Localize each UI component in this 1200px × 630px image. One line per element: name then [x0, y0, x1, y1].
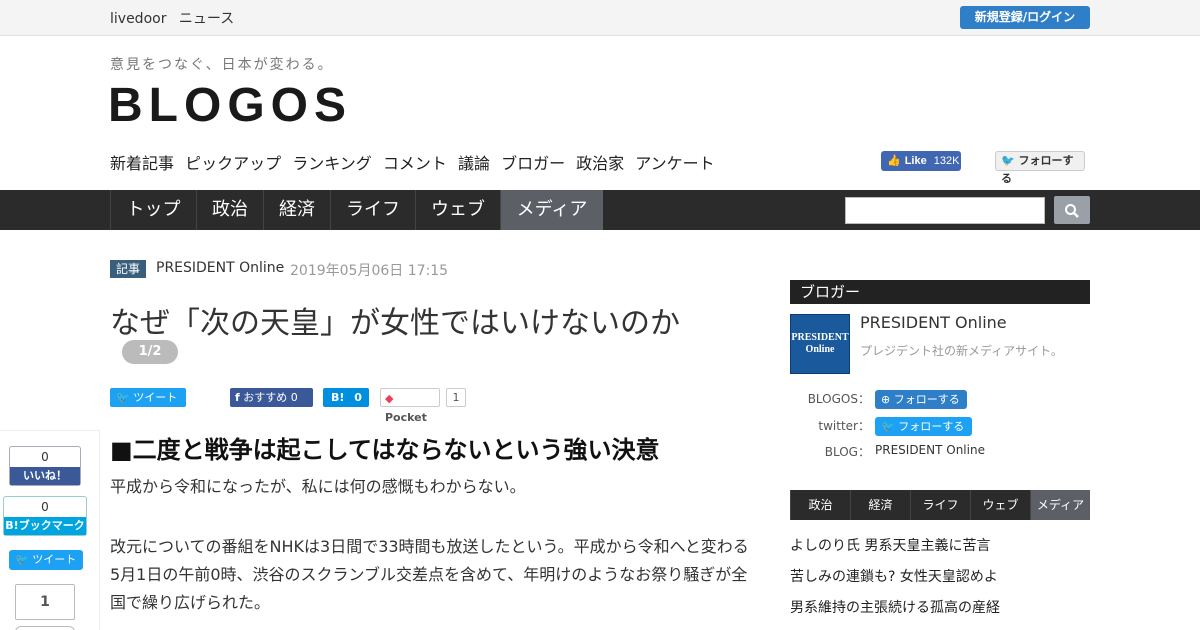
nav-tab-economy[interactable]: 経済 [263, 190, 330, 230]
floating-hatena-count: 0 [41, 500, 49, 514]
tweet-label: ツイート [133, 391, 178, 404]
blogger-logo-line-1: PRESIDENT [791, 332, 849, 343]
floating-pocket-button[interactable] [15, 626, 75, 630]
search-icon [1065, 204, 1079, 218]
floating-tweet-label: ツイート [32, 553, 77, 566]
blogos-follow-label: フォローする [893, 393, 960, 406]
twitter-bird-icon: 🐦 [116, 391, 130, 404]
fb-like-count: 132K [933, 155, 960, 167]
hatena-bookmark-button[interactable]: B! 0 [323, 388, 369, 407]
fb-recommend-label: おすすめ [243, 391, 288, 404]
sub-navigation: 新着記事 ピックアップ ランキング コメント 議論 ブロガー 政治家 アンケート [110, 150, 721, 174]
blogos-logo[interactable]: BLOGOS [108, 78, 352, 133]
brand-livedoor: livedoor [110, 11, 167, 27]
sidebar-heading: ブロガー [790, 280, 1090, 304]
pocket-button[interactable]: ◆ Pocket [380, 388, 440, 424]
signup-login-button[interactable]: 新規登録/ログイン [960, 6, 1090, 29]
blogos-follow-button[interactable]: ⊕ フォローする [875, 390, 967, 409]
fb-like-label: Like [904, 155, 927, 167]
article-title: なぜ「次の天皇」が女性ではいけないのか [110, 306, 680, 341]
page-indicator: 1/2 [122, 340, 178, 364]
plus-icon: ⊕ [881, 393, 891, 406]
brand-news: ニュース [178, 11, 235, 27]
nav-tab-politics[interactable]: 政治 [196, 190, 263, 230]
tweet-button[interactable]: 🐦 ツイート [110, 388, 186, 407]
article-source[interactable]: PRESIDENT Online [156, 260, 284, 276]
floating-hatena-button[interactable]: 0 B!ブックマーク [3, 496, 87, 536]
subnav-item-comment[interactable]: コメント [383, 154, 447, 173]
floating-tweet-button[interactable]: 🐦 ツイート [9, 550, 83, 570]
twitter-follow-button[interactable]: 🐦 フォローする [995, 151, 1085, 185]
livedoor-news-link[interactable]: livedoor ニュース [110, 8, 242, 28]
facebook-icon: f [235, 391, 240, 404]
nav-tab-life[interactable]: ライフ [330, 190, 415, 230]
twitter-bird-icon: 🐦 [1001, 154, 1015, 167]
sidebar-tab-economy[interactable]: 経済 [850, 490, 910, 520]
subnav-item-pickup[interactable]: ピックアップ [185, 154, 281, 173]
floating-fb-count: 0 [41, 450, 49, 464]
sidebar-category-tabs: 政治 経済 ライフ ウェブ メディア [790, 490, 1090, 520]
subnav-item-survey[interactable]: アンケート [635, 154, 714, 173]
sidebar-tab-web[interactable]: ウェブ [970, 490, 1030, 520]
floating-fb-label: いいね！ [10, 467, 80, 485]
related-article-link[interactable]: よしのり氏 男系天皇主義に苦言 [790, 535, 990, 555]
site-tagline: 意見をつなぐ、日本が変わる。 [110, 57, 334, 73]
facebook-like-button[interactable]: 👍 Like 132K [881, 151, 961, 171]
nav-tab-web[interactable]: ウェブ [415, 190, 500, 230]
twitter-bird-icon: 🐦 [15, 553, 29, 566]
pocket-count: 1 [446, 388, 466, 407]
hatena-label: B! [331, 391, 345, 404]
hatena-count: 0 [354, 391, 362, 404]
blogos-label: BLOGOS： [807, 392, 870, 406]
blogger-logo-line-2: Online [805, 344, 835, 355]
pocket-icon: ◆ [385, 392, 394, 405]
pocket-label: Pocket [385, 411, 427, 424]
blog-label: BLOG： [824, 445, 870, 459]
blogger-avatar[interactable]: PRESIDENT Online [790, 314, 850, 374]
blogger-description: プレジデント社の新メディアサイト。 [860, 344, 1063, 358]
blogger-name[interactable]: PRESIDENT Online [860, 313, 1007, 332]
fb-recommend-count: 0 [290, 391, 298, 404]
top-bar: livedoor ニュース 新規登録/ログイン [0, 0, 1200, 36]
related-article-link[interactable]: 苦しみの連鎖も? 女性天皇認めよ [790, 566, 998, 586]
article-subheading: ■二度と戦争は起こしてはならないという強い決意 [110, 436, 660, 464]
article-paragraph: 平成から令和になったが、私には何の感慨もわからない。 [110, 477, 526, 496]
twitter-label: twitter： [818, 419, 870, 433]
related-article-link[interactable]: 男系維持の主張続ける孤高の産経 [790, 597, 1000, 617]
search-input[interactable] [845, 197, 1045, 224]
article-date: 2019年05月06日 17:15 [290, 263, 449, 279]
subnav-item-blogger[interactable]: ブロガー [501, 154, 565, 173]
subnav-item-debate[interactable]: 議論 [458, 154, 490, 173]
subnav-item-politician[interactable]: 政治家 [576, 154, 624, 173]
floating-hatena-label: B!ブックマーク [4, 517, 86, 535]
thumbs-up-icon: 👍 [887, 155, 901, 167]
subnav-item-ranking[interactable]: ランキング [292, 154, 372, 173]
twitter-follow-sidebar-button[interactable]: 🐦 フォローする [875, 417, 972, 436]
sidebar-tab-media[interactable]: メディア [1030, 490, 1090, 520]
nav-tab-top[interactable]: トップ [110, 190, 196, 230]
nav-tab-media[interactable]: メディア [500, 190, 603, 230]
subnav-item-new[interactable]: 新着記事 [110, 154, 174, 173]
search-button[interactable] [1054, 196, 1090, 224]
category-badge: 記事 [110, 260, 147, 278]
sidebar-tab-life[interactable]: ライフ [910, 490, 970, 520]
article-paragraph: 改元についての番組をNHKは3日間で33時間も放送したという。平成から令和へと変… [110, 537, 749, 612]
floating-pocket-count[interactable]: 1 [15, 584, 75, 620]
sidebar-tab-politics[interactable]: 政治 [790, 490, 850, 520]
facebook-recommend-button[interactable]: f おすすめ 0 [230, 388, 313, 407]
twitter-follow-sidebar-label: フォローする [898, 420, 965, 433]
floating-fb-like-button[interactable]: 0 いいね！ [9, 446, 81, 486]
twitter-bird-icon: 🐦 [881, 420, 895, 433]
blog-name-link[interactable]: PRESIDENT Online [875, 443, 985, 457]
